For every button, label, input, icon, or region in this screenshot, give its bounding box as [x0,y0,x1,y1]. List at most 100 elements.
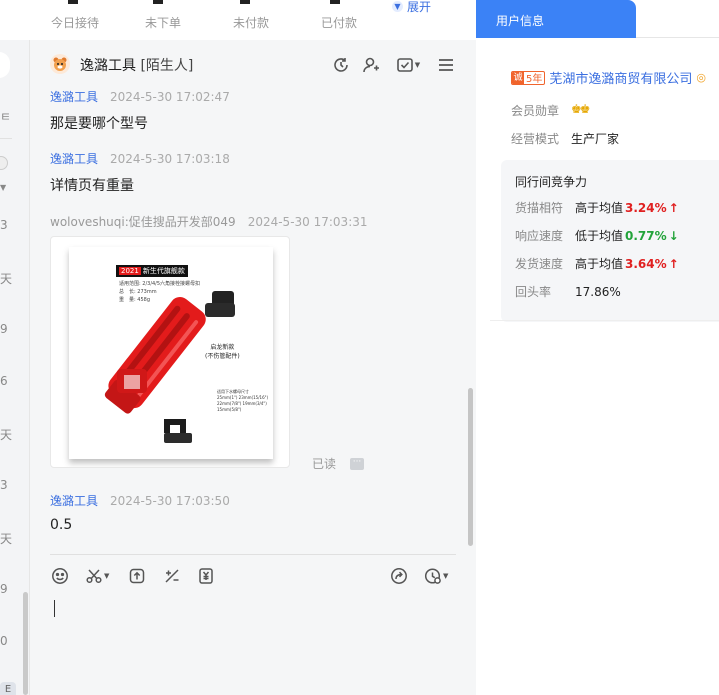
divider [0,138,12,139]
quick-reply-icon[interactable]: ▼ [424,567,448,585]
stat-not-ordered[interactable]: 未下单 [145,14,181,31]
share-icon[interactable] [390,567,408,585]
text-cursor [54,600,55,617]
business-value: 生产厂家 [571,132,620,146]
expand-label: 展开 [407,0,432,14]
metric-row: 货描相符 高于均值 3.24% ↑ [515,199,679,216]
message-input[interactable] [50,596,456,686]
chat-scrollbar[interactable] [468,388,473,546]
product-image: 2021 新生代旗舰款 适用范围: 2/3/4/5六角接栓接螺母扣 总 长: 27… [69,247,273,459]
message-text: 那是要哪个型号 [50,116,148,132]
list-item-fragment[interactable]: 6 [0,374,8,388]
metric-compare: 低于均值 [575,229,624,243]
product-image-message[interactable]: 2021 新生代旗舰款 适用范围: 2/3/4/5六角接栓接螺母扣 总 长: 27… [50,236,290,468]
metric-label: 回头率 [515,285,552,299]
metric-row: 发货速度 高于均值 3.64% ↑ [515,255,679,272]
list-item-fragment[interactable]: 0 [0,634,8,648]
message-sender[interactable]: 逸潞工具 2024-5-30 17:03:18 [50,150,230,167]
list-item-fragment[interactable]: 3 [0,218,8,232]
competitiveness-card: 同行间竞争力 货描相符 高于均值 3.24% ↑ 响应速度 低于均值 0.77% ↓ 发… [501,160,719,322]
stat-paid[interactable]: 已付款 [321,14,357,31]
left-conversation-list: ﾼ ▼ 3 天 9 6 天 3 天 9 0 E [0,40,30,695]
arrow-up-icon: ↑ [668,201,679,215]
list-item-fragment[interactable]: 9 [0,582,8,596]
metric-label: 响应速度 [515,229,564,243]
metric-compare: 高于均值 [575,201,624,215]
message-text: 0.5 [50,517,73,533]
business-label: 经营模式 [511,132,560,146]
discount-icon[interactable] [163,567,181,585]
filter-icon[interactable]: ﾼ [0,108,11,125]
chevron-down-icon: ▼ [392,1,403,12]
contact-tag: [陌生人] [140,58,194,74]
product-note: 适用下水螺母尺寸 25mm(1") 23mm(15/16") 22mm(7/8"… [217,389,269,412]
stat-unpaid[interactable]: 未付款 [233,14,269,31]
message-sender[interactable]: 逸潞工具 2024-5-30 17:03:50 [50,492,230,509]
message-sender[interactable]: 逸潞工具 2024-5-30 17:02:47 [50,88,230,105]
business-mode-row: 经营模式 生产厂家 [511,130,619,147]
list-item-fragment[interactable]: 9 [0,322,8,336]
chat-panel: 逸潞工具 [陌生人] ▼ 逸潞工具 2024-5-30 17:02:47 那是要… [30,40,476,695]
message-sender[interactable]: woloveshuqi:促佳搜品开发部049 2024-5-30 17:03:31 [50,213,368,230]
metric-value: 0.77% [625,229,667,243]
stat-value-mark [153,0,163,4]
coupon-yen-icon[interactable] [197,567,215,585]
chat-header: 逸潞工具 [陌生人] ▼ [30,40,476,88]
app-root: 今日接待 未下单 未付款 已付款 ▼ 展开 ﾼ ▼ 3 天 9 6 天 3 天 … [0,0,719,695]
list-item-fragment[interactable]: 天 [0,426,12,443]
list-item-fragment[interactable]: 3 [0,478,8,492]
user-icon[interactable] [361,55,381,75]
caret-down-icon[interactable]: ▼ [0,183,6,192]
list-scrollbar[interactable] [23,592,28,695]
product-caption: 启龙新款 (不伤管配件) [205,344,240,360]
user-info-panel: 用户信息 诚 5年 芜湖市逸潞商贸有限公司 ◎ 会员勋章 ♚♚ 经营模式 生产厂… [476,0,719,695]
right-panel-lower [490,320,719,655]
message-time: 2024-5-30 17:03:50 [110,494,230,508]
list-footer-icon[interactable]: E [0,682,16,695]
arrow-up-icon: ↑ [668,257,679,271]
metric-label: 货描相符 [515,201,564,215]
expand-button[interactable]: ▼ 展开 [392,0,431,15]
shop-icon: 诚 [512,71,524,84]
stats-bar: 今日接待 未下单 未付款 已付款 ▼ 展开 [0,0,476,40]
metric-value: 3.64% [625,257,667,271]
task-check-icon[interactable]: ▼ [393,55,423,75]
message-time: 2024-5-30 17:02:47 [110,90,230,104]
metric-row: 回头率 17.86% [515,283,621,300]
crown-medal-icon: ♚♚ [571,102,590,116]
faucet-wrench-illustration [104,291,235,443]
toggle-icon[interactable] [0,156,8,170]
arrow-down-icon: ↓ [668,229,679,243]
emoji-icon[interactable] [51,567,69,585]
search-pill[interactable] [0,52,10,78]
metric-value: 17.86% [575,285,621,299]
list-item-fragment[interactable]: 天 [0,270,12,287]
stat-value-mark [240,0,250,4]
card-title: 同行间竞争力 [515,175,588,189]
stat-today-received[interactable]: 今日接待 [51,14,99,31]
more-options-icon[interactable]: ··· [350,458,364,470]
message-item: 逸潞工具 2024-5-30 17:03:18 详情页有重量 [50,150,230,195]
chat-title: 逸潞工具 [陌生人] [80,55,193,75]
member-label: 会员勋章 [511,104,560,118]
metric-row: 响应速度 低于均值 0.77% ↓ [515,227,679,244]
metric-compare: 高于均值 [575,257,624,271]
company-row: 诚 5年 芜湖市逸潞商贸有限公司 ◎ [511,68,706,87]
tab-user-info[interactable]: 用户信息 [476,0,636,38]
message-time: 2024-5-30 17:03:31 [247,215,368,229]
avatar[interactable] [50,54,70,74]
member-medal-row: 会员勋章 ♚♚ [511,102,590,119]
certified-icon: ◎ [696,71,706,84]
scissors-icon[interactable]: ▼ [85,567,109,585]
message-time: 2024-5-30 17:03:18 [110,152,230,166]
company-name-link[interactable]: 芜湖市逸潞商贸有限公司 [549,68,692,87]
list-item-fragment[interactable]: 天 [0,530,12,547]
contact-name[interactable]: 逸潞工具 [80,58,136,74]
right-tab-bar: 用户信息 [476,0,719,38]
message-item: 逸潞工具 2024-5-30 17:02:47 那是要哪个型号 [50,88,230,133]
upload-icon[interactable] [128,567,146,585]
years-badge: 诚 5年 [511,70,546,85]
metric-label: 发货速度 [515,257,564,271]
history-icon[interactable] [331,55,351,75]
menu-icon[interactable] [436,55,456,75]
